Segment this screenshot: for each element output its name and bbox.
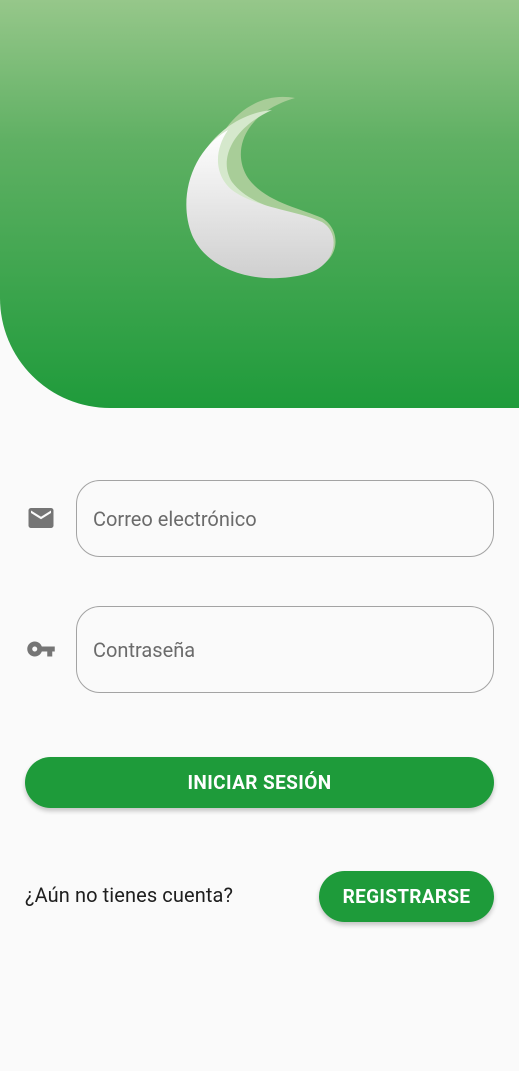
- mail-icon: [28, 508, 54, 528]
- register-button[interactable]: REGISTRARSE: [319, 871, 494, 922]
- email-field[interactable]: [76, 480, 494, 557]
- header-banner: [0, 0, 519, 408]
- email-input[interactable]: [77, 481, 493, 556]
- password-input[interactable]: [77, 607, 493, 692]
- login-screen: INICIAR SESIÓN ¿Aún no tienes cuenta? RE…: [0, 0, 519, 1071]
- password-field[interactable]: [76, 606, 494, 693]
- login-button[interactable]: INICIAR SESIÓN: [25, 757, 494, 808]
- crescent-moon-logo-icon: [186, 96, 336, 279]
- no-account-text: ¿Aún no tienes cuenta?: [25, 883, 234, 907]
- key-icon: [27, 641, 55, 657]
